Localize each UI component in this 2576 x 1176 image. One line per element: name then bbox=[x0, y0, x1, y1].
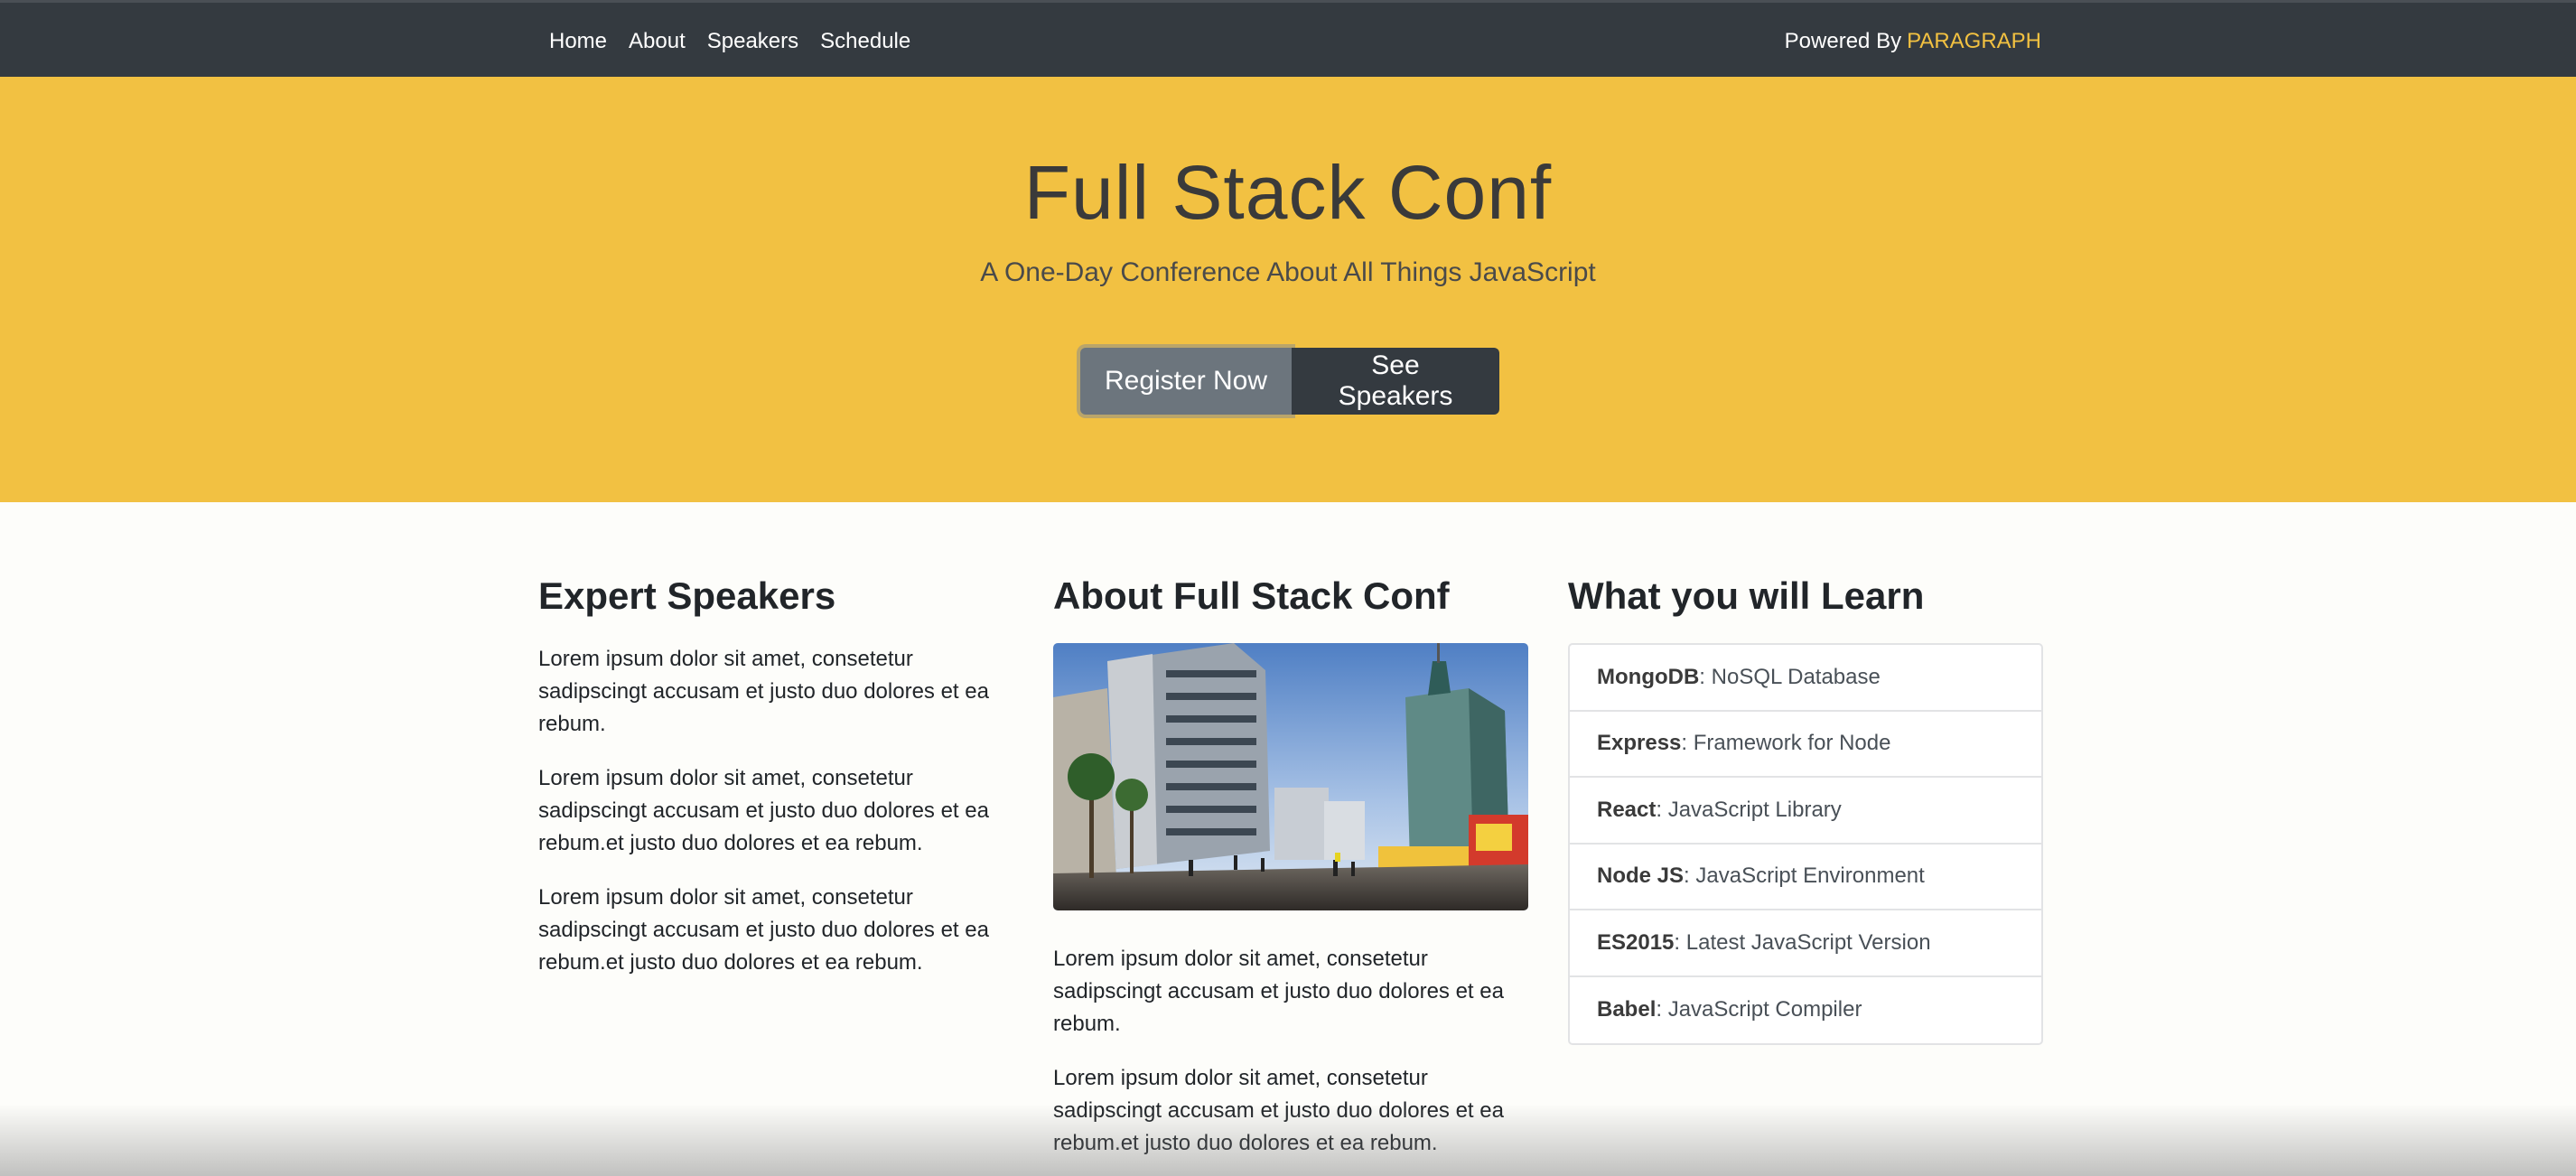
hero-button-group: Register Now See Speakers bbox=[1080, 348, 1499, 415]
topic-description: : Latest JavaScript Version bbox=[1674, 929, 1931, 955]
nav-link-home[interactable]: Home bbox=[549, 29, 607, 54]
speakers-paragraph: Lorem ipsum dolor sit amet, consetetur s… bbox=[538, 647, 989, 736]
list-item: Express: Framework for Node bbox=[1570, 712, 2041, 778]
topic-description: : Framework for Node bbox=[1681, 731, 1891, 756]
topic-name: MongoDB bbox=[1597, 664, 1700, 689]
topic-description: : JavaScript Library bbox=[1656, 797, 1842, 822]
nav-link-speakers[interactable]: Speakers bbox=[707, 29, 798, 54]
expert-speakers-heading: Expert Speakers bbox=[538, 574, 836, 617]
topic-name: Babel bbox=[1597, 997, 1657, 1022]
expert-speakers-section: Expert Speakers Lorem ipsum dolor sit am… bbox=[538, 574, 1008, 1001]
about-section: About Full Stack Conf Lorem ipsum dolor … bbox=[1053, 574, 1528, 1176]
hero-banner: Full Stack Conf A One-Day Conference Abo… bbox=[0, 77, 2576, 502]
hero-title: Full Stack Conf bbox=[1023, 150, 1553, 235]
list-item: ES2015: Latest JavaScript Version bbox=[1570, 910, 2041, 977]
powered-by-label: Powered By bbox=[1784, 28, 1902, 53]
register-now-button[interactable]: Register Now bbox=[1080, 348, 1292, 415]
city-street-photo bbox=[1053, 643, 1528, 910]
about-paragraph: Lorem ipsum dolor sit amet, consetetur s… bbox=[1053, 1066, 1504, 1155]
hero-subtitle: A One-Day Conference About All Things Ja… bbox=[980, 257, 1596, 287]
speakers-paragraph: Lorem ipsum dolor sit amet, consetetur s… bbox=[538, 766, 989, 855]
topic-name: ES2015 bbox=[1597, 929, 1675, 955]
nav-links: Home About Speakers Schedule bbox=[549, 3, 932, 79]
topic-name: React bbox=[1597, 797, 1657, 822]
topic-description: : JavaScript Environment bbox=[1684, 863, 1925, 889]
about-heading: About Full Stack Conf bbox=[1053, 574, 1450, 617]
topic-description: : JavaScript Compiler bbox=[1656, 997, 1862, 1022]
learn-list: MongoDB: NoSQL Database Express: Framewo… bbox=[1568, 643, 2043, 1045]
nav-link-schedule[interactable]: Schedule bbox=[820, 29, 910, 54]
powered-by-brand-link[interactable]: PARAGRAPH bbox=[1907, 29, 2041, 54]
topic-name: Node JS bbox=[1597, 863, 1685, 889]
about-paragraph: Lorem ipsum dolor sit amet, consetetur s… bbox=[1053, 947, 1504, 1036]
navbar: Home About Speakers Schedule Powered By … bbox=[0, 0, 2576, 77]
see-speakers-button[interactable]: See Speakers bbox=[1292, 348, 1499, 415]
learn-section: What you will Learn MongoDB: NoSQL Datab… bbox=[1568, 574, 2043, 1045]
topic-description: : NoSQL Database bbox=[1699, 664, 1881, 689]
speakers-paragraph: Lorem ipsum dolor sit amet, consetetur s… bbox=[538, 885, 989, 975]
nav-link-about[interactable]: About bbox=[629, 29, 686, 54]
topic-name: Express bbox=[1597, 731, 1682, 756]
list-item: Node JS: JavaScript Environment bbox=[1570, 845, 2041, 910]
learn-heading: What you will Learn bbox=[1568, 574, 1925, 617]
powered-by: Powered By PARAGRAPH bbox=[1785, 3, 2041, 79]
list-item: Babel: JavaScript Compiler bbox=[1570, 977, 2041, 1044]
list-item: MongoDB: NoSQL Database bbox=[1570, 645, 2041, 712]
list-item: React: JavaScript Library bbox=[1570, 778, 2041, 845]
